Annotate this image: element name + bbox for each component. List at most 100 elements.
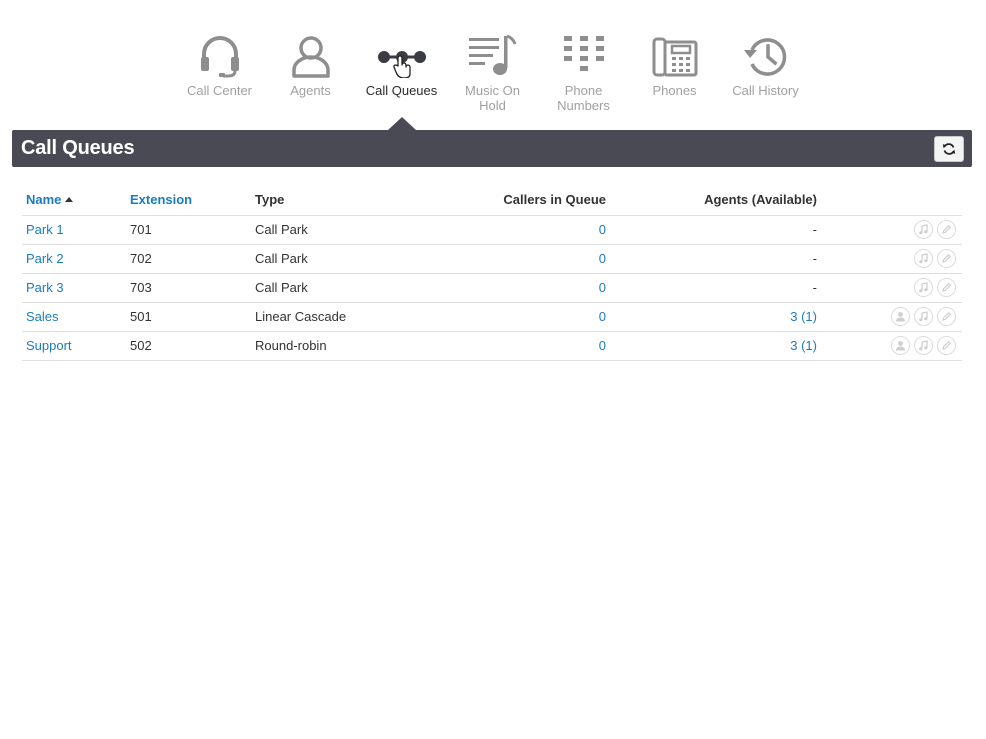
edit-queue-button[interactable] <box>937 307 956 326</box>
nav-item-phones[interactable]: Phones <box>629 30 720 120</box>
page-header-bar: Call Queues <box>12 130 972 167</box>
queue-type: Call Park <box>251 273 391 303</box>
history-clock-icon <box>743 38 786 76</box>
row-actions <box>821 244 962 274</box>
sort-ascending-icon <box>65 197 74 203</box>
nav-label: Agents <box>290 83 331 98</box>
pencil-icon <box>942 253 952 263</box>
nav-label: Phone Numbers <box>557 83 610 113</box>
agent-icon <box>896 312 905 322</box>
music-note-icon <box>919 253 928 264</box>
agent-icon <box>896 341 905 351</box>
callers-in-queue-link[interactable]: 0 <box>599 251 606 266</box>
call-queues-table: Name Extension Type Callers in Queue Age… <box>22 185 962 361</box>
queue-name-link[interactable]: Park 1 <box>26 222 64 237</box>
table-row: Park 3 703 Call Park 0 - <box>22 273 962 303</box>
queue-type: Call Park <box>251 215 391 245</box>
pencil-icon <box>942 340 952 350</box>
table-row: Sales 501 Linear Cascade 0 3 (1) <box>22 302 962 332</box>
music-on-hold-button[interactable] <box>914 249 933 268</box>
music-on-hold-button[interactable] <box>914 307 933 326</box>
nav-label: Phones <box>652 83 697 98</box>
music-on-hold-button[interactable] <box>914 220 933 239</box>
column-header-extension[interactable]: Extension <box>126 185 251 216</box>
nav-label: Music On Hold <box>465 83 520 113</box>
music-on-hold-button[interactable] <box>914 278 933 297</box>
queue-name-link[interactable]: Park 3 <box>26 280 64 295</box>
queue-type: Call Park <box>251 244 391 274</box>
music-note-icon <box>919 340 928 351</box>
manage-agents-button[interactable] <box>891 307 910 326</box>
table-header-row: Name Extension Type Callers in Queue Age… <box>22 185 962 216</box>
nav-label: Call History <box>732 83 799 98</box>
desk-phone-icon <box>652 37 697 77</box>
music-note-icon <box>919 282 928 293</box>
pencil-icon <box>942 311 952 321</box>
queue-extension: 703 <box>126 273 251 303</box>
nav-label: Call Center <box>186 83 253 98</box>
table-row: Park 2 702 Call Park 0 - <box>22 244 962 274</box>
manage-agents-button[interactable] <box>891 336 910 355</box>
queue-extension: 501 <box>126 302 251 332</box>
queue-name-link[interactable]: Sales <box>26 309 59 324</box>
queue-type: Round-robin <box>251 331 391 361</box>
top-nav: Call Center Agents Call Queues Music On … <box>174 30 811 120</box>
callers-in-queue-link[interactable]: 0 <box>599 222 606 237</box>
active-tab-pointer <box>388 117 416 130</box>
headset-icon <box>200 36 239 78</box>
music-list-icon <box>468 34 516 75</box>
table-row: Park 1 701 Call Park 0 - <box>22 215 962 245</box>
agents-available: - <box>610 244 821 274</box>
keypad-grid-icon <box>563 36 604 71</box>
column-header-label: Type <box>255 192 285 208</box>
nav-item-call-queues[interactable]: Call Queues <box>356 30 447 120</box>
pencil-icon <box>942 224 952 234</box>
edit-queue-button[interactable] <box>937 336 956 355</box>
queue-type: Linear Cascade <box>251 302 391 332</box>
column-header-name[interactable]: Name <box>22 185 126 216</box>
agents-available: - <box>610 273 821 303</box>
agent-person-icon <box>291 36 330 78</box>
page-title: Call Queues <box>21 137 135 159</box>
column-header-callers-in-queue: Callers in Queue <box>391 185 610 216</box>
pencil-icon <box>942 282 952 292</box>
music-on-hold-button[interactable] <box>914 336 933 355</box>
table-row: Support 502 Round-robin 0 3 (1) <box>22 331 962 361</box>
music-note-icon <box>919 224 928 235</box>
column-header-agents-available: Agents (Available) <box>610 185 821 216</box>
column-header-label: Agents (Available) <box>704 192 817 208</box>
queue-extension: 502 <box>126 331 251 361</box>
callers-in-queue-link[interactable]: 0 <box>599 280 606 295</box>
row-actions <box>821 215 962 245</box>
queue-extension: 701 <box>126 215 251 245</box>
nav-item-call-center[interactable]: Call Center <box>174 30 265 120</box>
queue-name-link[interactable]: Support <box>26 338 72 353</box>
nav-item-call-history[interactable]: Call History <box>720 30 811 120</box>
row-actions <box>821 302 962 332</box>
callers-in-queue-link[interactable]: 0 <box>599 309 606 324</box>
nav-item-music-on-hold[interactable]: Music On Hold <box>447 30 538 120</box>
agents-available-link[interactable]: 3 (1) <box>790 309 817 324</box>
column-header-label: Extension <box>130 192 193 208</box>
agents-available-link[interactable]: 3 (1) <box>790 338 817 353</box>
callers-in-queue-link[interactable]: 0 <box>599 338 606 353</box>
edit-queue-button[interactable] <box>937 278 956 297</box>
row-actions <box>821 331 962 361</box>
column-header-label: Callers in Queue <box>503 192 606 208</box>
queue-extension: 702 <box>126 244 251 274</box>
edit-queue-button[interactable] <box>937 220 956 239</box>
column-header-label: Name <box>26 192 62 208</box>
row-actions <box>821 273 962 303</box>
column-header-type: Type <box>251 185 391 216</box>
agents-available: - <box>610 215 821 245</box>
music-note-icon <box>919 311 928 322</box>
refresh-icon <box>942 142 956 155</box>
nav-item-agents[interactable]: Agents <box>265 30 356 120</box>
column-header-actions <box>821 185 962 216</box>
nav-item-phone-numbers[interactable]: Phone Numbers <box>538 30 629 120</box>
edit-queue-button[interactable] <box>937 249 956 268</box>
queue-name-link[interactable]: Park 2 <box>26 251 64 266</box>
call-queues-icon <box>377 51 426 78</box>
refresh-button[interactable] <box>934 135 964 162</box>
nav-label: Call Queues <box>365 83 438 98</box>
